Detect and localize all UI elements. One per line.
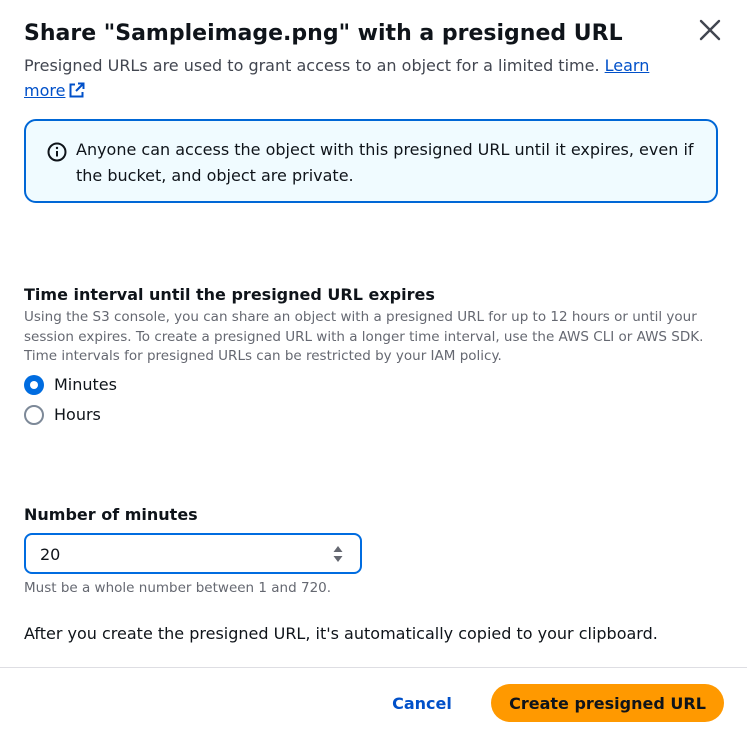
time-interval-description: Using the S3 console, you can share an o…: [24, 309, 704, 364]
radio-hours-label: Hours: [54, 405, 101, 424]
info-alert: Anyone can access the object with this p…: [24, 119, 718, 203]
radio-minutes[interactable]: Minutes: [24, 373, 117, 397]
radio-hours-indicator[interactable]: [24, 405, 44, 425]
stepper-icon[interactable]: [332, 544, 344, 564]
number-of-minutes-constraint: Must be a whole number between 1 and 720…: [24, 580, 332, 596]
time-interval-label: Time interval until the presigned URL ex…: [24, 285, 435, 304]
footer-divider: [0, 667, 747, 668]
radio-minutes-indicator[interactable]: [24, 375, 44, 395]
number-of-minutes-field[interactable]: [24, 533, 362, 574]
clipboard-note: After you create the presigned URL, it's…: [24, 624, 658, 643]
number-of-minutes-input[interactable]: [40, 541, 300, 567]
radio-minutes-label: Minutes: [54, 375, 117, 394]
radio-hours[interactable]: Hours: [24, 403, 101, 427]
close-icon: [699, 19, 721, 41]
info-icon: [47, 142, 67, 162]
external-link-icon: [69, 82, 85, 98]
alert-text: Anyone can access the object with this p…: [76, 140, 694, 185]
share-presigned-url-modal: Share "Sampleimage.png" with a presigned…: [0, 0, 747, 738]
modal-description-text: Presigned URLs are used to grant access …: [24, 56, 605, 75]
modal-title: Share "Sampleimage.png" with a presigned…: [24, 21, 623, 46]
modal-description: Presigned URLs are used to grant access …: [24, 53, 664, 103]
close-button[interactable]: [694, 14, 726, 46]
create-presigned-url-button[interactable]: Create presigned URL: [491, 684, 724, 722]
cancel-button[interactable]: Cancel: [378, 684, 466, 722]
number-of-minutes-label: Number of minutes: [24, 505, 198, 524]
